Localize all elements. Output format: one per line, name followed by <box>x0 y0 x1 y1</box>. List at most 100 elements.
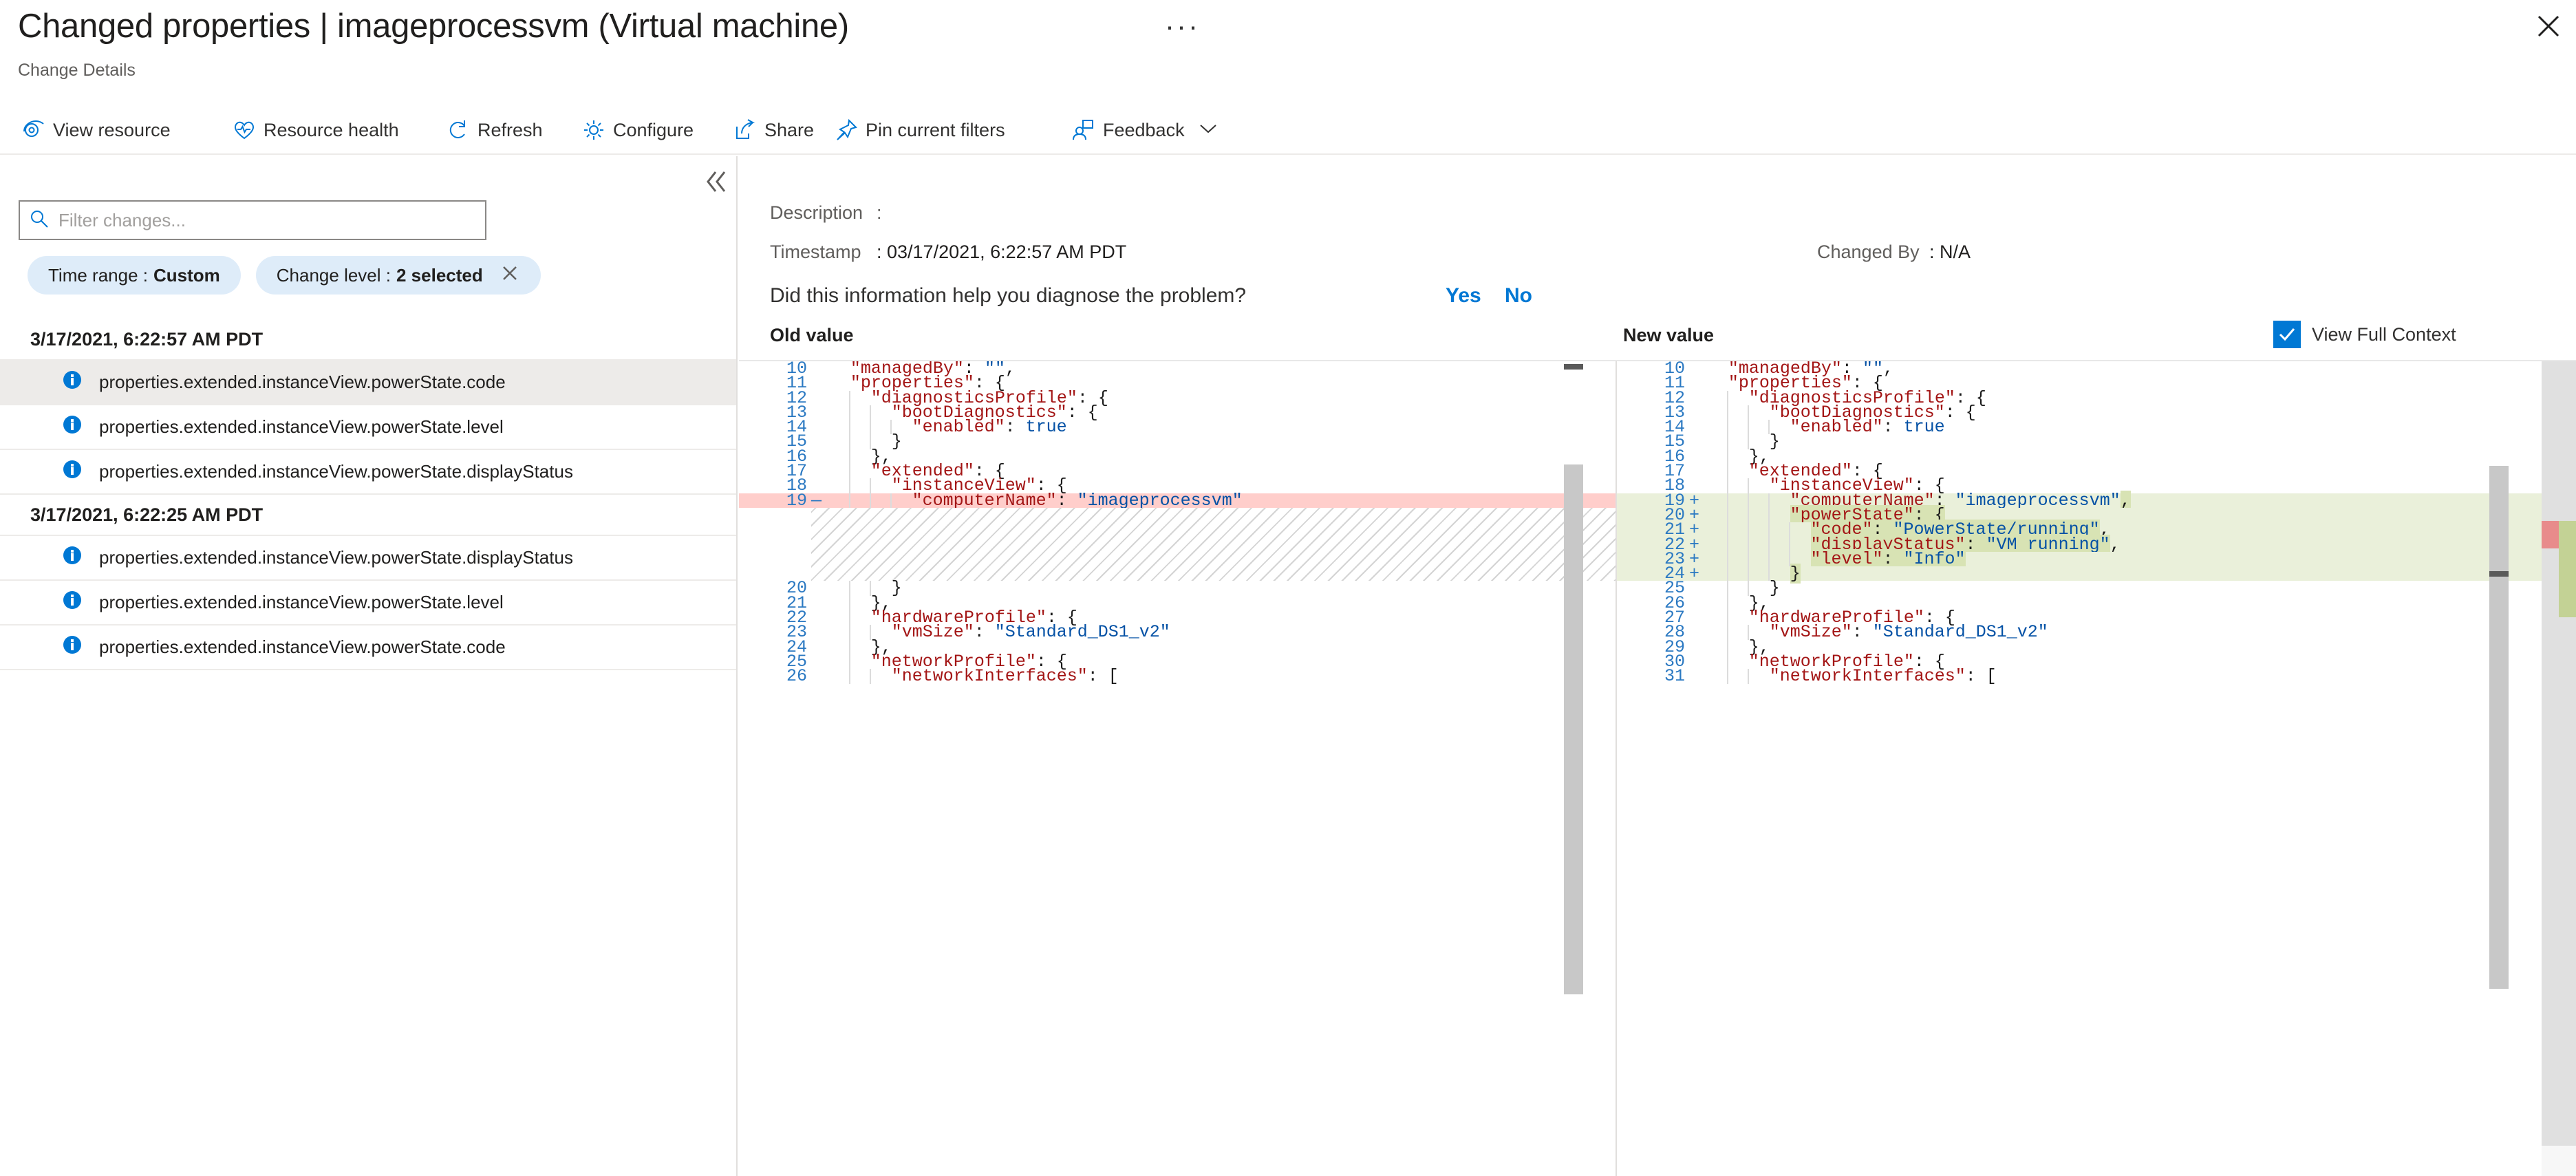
info-icon <box>62 590 83 615</box>
scrollbar-arrow <box>1564 364 1583 370</box>
diff-line-context: 12 "diagnosticsProfile": { <box>1617 389 2576 406</box>
filler-gutter <box>739 507 811 581</box>
changed-by-label: Changed By <box>1817 242 1920 262</box>
share-button[interactable]: Share <box>728 107 819 153</box>
gear-icon <box>582 118 605 142</box>
description-label: Description <box>770 202 863 223</box>
diff-pane-old[interactable]: 10 "managedBy": "", 11 "properties": {12 "di… <box>739 361 1616 1176</box>
double-chevron-left-icon[interactable] <box>701 166 733 197</box>
page-title: Changed properties | imageprocessvm (Vir… <box>18 8 849 45</box>
change-list-item[interactable]: properties.extended.instanceView.powerSt… <box>0 626 736 670</box>
scrollbar-old[interactable] <box>1564 361 1583 1176</box>
indent-guide <box>1788 522 1790 537</box>
code-text: "enabled": true <box>1790 417 1945 438</box>
indent-guide <box>890 493 892 508</box>
indent-guide <box>1747 493 1749 508</box>
line-number: 19 <box>786 490 807 511</box>
scrollbar-thumb <box>2489 466 2509 989</box>
change-property-path: properties.extended.instanceView.powerSt… <box>99 372 506 392</box>
view-full-context-checkbox[interactable]: View Full Context <box>2273 321 2456 348</box>
indent-guide <box>869 405 871 420</box>
indent-guide <box>848 405 850 420</box>
feedback-button[interactable]: Feedback <box>1066 107 1223 153</box>
indent-guide <box>1747 420 1749 435</box>
diff-pane-new[interactable]: 10 "managedBy": "", 11 "properties": {12 "di… <box>1616 361 2576 1176</box>
indent-guide <box>1747 405 1749 420</box>
scrollbar-new[interactable] <box>2489 361 2509 1176</box>
feedback-person-icon <box>1072 118 1095 142</box>
search-icon <box>30 209 49 232</box>
indent-guide <box>848 639 850 654</box>
close-icon[interactable] <box>2531 8 2566 44</box>
filter-pill-change-level[interactable]: Change level : 2 selected <box>255 256 541 295</box>
change-list-item[interactable]: properties.extended.instanceView.powerSt… <box>0 536 736 581</box>
code-text: "networkInterfaces": [ <box>891 666 1119 687</box>
view-resource-button[interactable]: View resource <box>17 107 176 153</box>
indent-guide <box>1768 522 1770 537</box>
indent-guide <box>1768 537 1770 552</box>
diff-header: Old value New value View Full Context <box>739 321 2576 358</box>
indent-guide <box>1726 434 1728 449</box>
indent-guide <box>1747 566 1749 581</box>
change-list-item[interactable]: properties.extended.instanceView.powerSt… <box>0 361 736 405</box>
change-list-item[interactable]: properties.extended.instanceView.powerSt… <box>0 450 736 495</box>
change-group-header: 3/17/2021, 6:22:57 AM PDT <box>0 319 736 361</box>
scrollbar-arrow <box>2489 571 2509 577</box>
feedback-no-link[interactable]: No <box>1505 284 1532 308</box>
change-list-item[interactable]: properties.extended.instanceView.powerSt… <box>0 405 736 450</box>
resource-health-button[interactable]: Resource health <box>227 107 405 153</box>
indent-guide <box>1726 493 1728 508</box>
code-text: "computerName": "imageprocessvm" <box>912 490 1243 511</box>
indent-guide <box>848 464 850 479</box>
change-group-header: 3/17/2021, 6:22:25 AM PDT <box>0 495 736 536</box>
code-text: "enabled": true <box>912 417 1067 438</box>
remove-filter-icon[interactable] <box>500 263 520 288</box>
diff-sign: + <box>1689 564 1700 584</box>
indent-guide <box>1726 581 1728 596</box>
diff-overview-ruler[interactable] <box>2542 361 2576 1176</box>
timestamp-label: Timestamp <box>770 242 861 262</box>
checkbox-box[interactable] <box>2273 321 2301 348</box>
feedback-yes-link[interactable]: Yes <box>1446 284 1481 308</box>
diff-line-context: 27 "hardwareProfile": { <box>1617 609 2576 626</box>
changed-by-value: : N/A <box>1929 242 1971 262</box>
configure-button[interactable]: Configure <box>577 107 699 153</box>
info-icon <box>62 370 83 395</box>
indent-guide <box>848 625 850 640</box>
filter-pill-group: Time range : Custom Change level : 2 sel… <box>28 256 541 295</box>
change-property-path: properties.extended.instanceView.powerSt… <box>99 416 504 437</box>
line-number: 26 <box>786 666 807 687</box>
indent-guide <box>1726 595 1728 611</box>
indent-guide <box>1747 507 1749 523</box>
indent-guide <box>1788 537 1790 552</box>
indent-guide <box>1726 390 1728 405</box>
indent-guide <box>1726 669 1728 684</box>
indent-guide <box>848 449 850 464</box>
change-list-item[interactable]: properties.extended.instanceView.powerSt… <box>0 581 736 626</box>
change-details-panel: Description : Timestamp : 03/17/2021, 6:… <box>739 156 2576 1176</box>
code-text: } <box>1769 578 1780 599</box>
refresh-button[interactable]: Refresh <box>441 107 548 153</box>
overview-add-mark <box>2559 521 2576 617</box>
checkbox-label: View Full Context <box>2312 323 2456 345</box>
diff-filler-block <box>739 507 1616 581</box>
diff-line-added: 22 + "displayStatus": "VM running", <box>1617 534 2576 555</box>
filter-changes-input-wrapper[interactable] <box>19 200 486 240</box>
change-list: 3/17/2021, 6:22:57 AM PDT properties.ext… <box>0 319 736 670</box>
chevron-down-icon[interactable] <box>1199 123 1217 138</box>
blade-subtitle: Change Details <box>18 61 136 80</box>
filter-pill-time-range[interactable]: Time range : Custom <box>28 256 241 295</box>
code-text: "vmSize": "Standard_DS1_v2" <box>1769 622 2048 643</box>
old-value-column-header: Old value <box>770 325 854 345</box>
search-input[interactable] <box>57 209 475 232</box>
timestamp-value: : 03/17/2021, 6:22:57 AM PDT <box>877 242 1127 262</box>
pin-icon <box>835 118 858 142</box>
code-text: } <box>1790 564 1801 584</box>
new-value-column-header: New value <box>1623 325 1715 345</box>
pill-label: Change level : <box>276 264 391 286</box>
more-options-button[interactable]: ··· <box>1165 12 1200 41</box>
heart-pulse-icon <box>233 118 256 142</box>
indent-guide <box>1768 551 1770 567</box>
pin-current-filters-button[interactable]: Pin current filters <box>829 107 1011 153</box>
indent-guide <box>1726 522 1728 537</box>
